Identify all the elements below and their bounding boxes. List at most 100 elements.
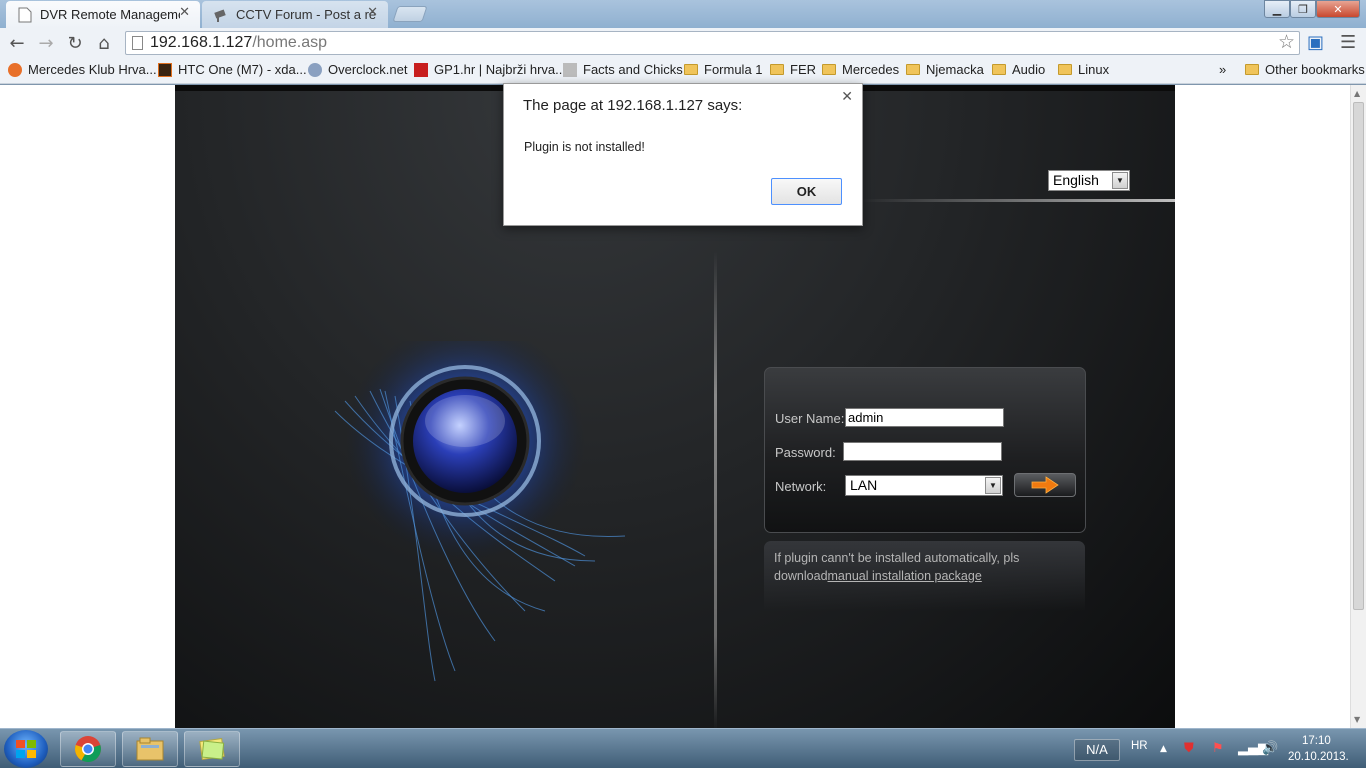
bookmark-label: Linux — [1078, 62, 1110, 77]
tab-close-icon[interactable]: ✕ — [179, 5, 190, 20]
tab-close-icon[interactable]: ✕ — [367, 5, 378, 20]
close-window-icon[interactable]: ✕ — [1316, 0, 1360, 18]
bookmark-facts-and-chicks[interactable]: Facts and Chicks — [563, 62, 683, 77]
volume-icon[interactable]: 🔊 — [1262, 741, 1278, 756]
password-label: Password: — [775, 445, 836, 460]
language-value: English — [1053, 172, 1099, 188]
bookmark-label: GP1.hr | Najbrži hrva... — [434, 62, 566, 77]
show-hidden-icons-icon[interactable]: ▲ — [1160, 744, 1167, 754]
folder-icon — [906, 64, 920, 75]
scroll-down-arrow-icon[interactable]: ▼ — [1354, 715, 1360, 724]
header-rule — [862, 199, 1175, 202]
bookmarks-overflow-chevron[interactable]: » — [1219, 62, 1226, 77]
page-icon — [132, 36, 143, 50]
action-center-icon[interactable]: ⚑ — [1212, 741, 1224, 756]
bookmark-folder-mercedes[interactable]: Mercedes — [822, 62, 899, 77]
folder-explorer-icon — [136, 737, 164, 761]
dropdown-arrow-icon: ▼ — [1112, 172, 1128, 189]
start-button[interactable] — [4, 730, 48, 768]
bookmark-label: HTC One (M7) - xda... — [178, 62, 307, 77]
bookmark-gp1[interactable]: GP1.hr | Najbrži hrva... — [414, 62, 566, 77]
minimize-icon[interactable]: ▁ — [1264, 0, 1290, 18]
bookmark-label: Audio — [1012, 62, 1046, 77]
taskbar-explorer[interactable] — [122, 731, 178, 767]
alert-close-icon[interactable]: ✕ — [841, 89, 853, 105]
chrome-icon — [75, 736, 101, 763]
window-controls: ▁ ❐ ✕ — [1264, 0, 1360, 18]
manual-installation-link[interactable]: manual installation package — [828, 569, 982, 583]
home-icon[interactable]: ⌂ — [93, 32, 115, 54]
forward-arrow-icon[interactable]: → — [35, 32, 57, 54]
bookmark-label: FER — [790, 62, 816, 77]
new-tab-button[interactable] — [392, 6, 428, 22]
alert-ok-button[interactable]: OK — [771, 178, 842, 205]
facts-favicon-icon — [563, 62, 577, 77]
arrow-right-icon — [1031, 476, 1059, 494]
browser-toolbar: ← → ↻ ⌂ 192.168.1.127/home.asp ☆ ▣ ☰ — [0, 28, 1366, 58]
login-panel: User Name: admin Password: Network: LAN … — [764, 367, 1086, 533]
folder-icon — [770, 64, 784, 75]
taskbar-sticky-notes[interactable] — [184, 731, 240, 767]
windows-taskbar: N/A HR ▲ ⛊ ⚑ ▂▄▆ 🔊 17:10 20.10.2013. — [0, 728, 1366, 768]
network-select[interactable]: LAN ▼ — [845, 475, 1003, 496]
tray-status-na[interactable]: N/A — [1074, 739, 1120, 761]
bookmarks-bar: Mercedes Klub Hrva... HTC One (M7) - xda… — [0, 58, 1366, 84]
bookmark-folder-fer[interactable]: FER — [770, 62, 816, 77]
bookmark-overclock[interactable]: Overclock.net — [308, 62, 407, 77]
tab-cctv-forum[interactable]: CCTV Forum - Post a reply ✕ — [202, 1, 388, 28]
page-favicon-icon — [18, 7, 32, 23]
gp1-favicon-icon — [414, 62, 428, 77]
folder-icon — [1058, 64, 1072, 75]
bookmark-label: Formula 1 — [704, 62, 763, 77]
xda-favicon-icon — [158, 62, 172, 77]
alert-title: The page at 192.168.1.127 says: — [523, 97, 743, 114]
alert-message: Plugin is not installed! — [524, 140, 645, 154]
folder-icon — [822, 64, 836, 75]
cctv-favicon-icon — [214, 9, 226, 22]
folder-icon — [992, 64, 1006, 75]
alert-dialog: The page at 192.168.1.127 says: ✕ Plugin… — [503, 83, 863, 226]
bookmark-label: Mercedes — [842, 62, 900, 77]
camera-lens-logo — [334, 341, 626, 682]
page-scrollbar[interactable]: ▲ ▼ — [1350, 85, 1366, 728]
network-value: LAN — [850, 477, 878, 493]
bookmark-star-icon[interactable]: ☆ — [1278, 32, 1295, 54]
tab-dvr-remote-management[interactable]: DVR Remote Management ✕ — [6, 1, 200, 28]
bookmark-folder-linux[interactable]: Linux — [1058, 62, 1109, 77]
tab-label: CCTV Forum - Post a reply — [236, 7, 376, 22]
scroll-up-arrow-icon[interactable]: ▲ — [1354, 89, 1360, 98]
language-select[interactable]: English ▼ — [1048, 170, 1130, 191]
url-host: 192.168.1.127 — [150, 34, 253, 51]
input-language[interactable]: HR — [1131, 740, 1148, 752]
dropdown-arrow-icon: ▼ — [985, 477, 1001, 494]
bookmark-htc-one[interactable]: HTC One (M7) - xda... — [158, 62, 307, 77]
browser-titlebar: DVR Remote Management ✕ CCTV Forum - Pos… — [0, 0, 1366, 28]
tab-label: DVR Remote Management — [40, 7, 180, 22]
back-arrow-icon[interactable]: ← — [6, 32, 28, 54]
username-input[interactable]: admin — [845, 408, 1004, 427]
bookmark-label: Facts and Chicks — [583, 62, 683, 77]
folder-icon — [1245, 64, 1259, 75]
bookmark-folder-njemacka[interactable]: Njemacka — [906, 62, 984, 77]
antivirus-shield-icon[interactable]: ⛊ — [1184, 741, 1194, 756]
bookmark-mercedes-klub[interactable]: Mercedes Klub Hrva... — [8, 62, 157, 77]
sticky-notes-icon — [199, 737, 225, 761]
login-button[interactable] — [1014, 473, 1076, 497]
bookmark-folder-formula-1[interactable]: Formula 1 — [684, 62, 763, 77]
bookmark-other-bookmarks[interactable]: Other bookmarks — [1245, 62, 1365, 77]
password-input[interactable] — [843, 442, 1002, 461]
address-bar[interactable]: 192.168.1.127/home.asp ☆ — [125, 31, 1300, 55]
mercedes-favicon-icon — [8, 62, 22, 77]
scrollbar-thumb[interactable] — [1353, 102, 1364, 610]
plugin-note: If plugin cann't be installed automatica… — [764, 541, 1085, 611]
extension-icon[interactable]: ▣ — [1307, 32, 1324, 53]
bookmark-label: Njemacka — [926, 62, 984, 77]
clock-date[interactable]: 20.10.2013. — [1288, 751, 1349, 763]
taskbar-chrome[interactable] — [60, 731, 116, 767]
clock-time[interactable]: 17:10 — [1302, 735, 1331, 747]
maximize-icon[interactable]: ❐ — [1290, 0, 1316, 18]
reload-icon[interactable]: ↻ — [64, 32, 86, 54]
network-label: Network: — [775, 479, 827, 494]
menu-icon[interactable]: ☰ — [1340, 32, 1356, 53]
bookmark-folder-audio[interactable]: Audio — [992, 62, 1045, 77]
